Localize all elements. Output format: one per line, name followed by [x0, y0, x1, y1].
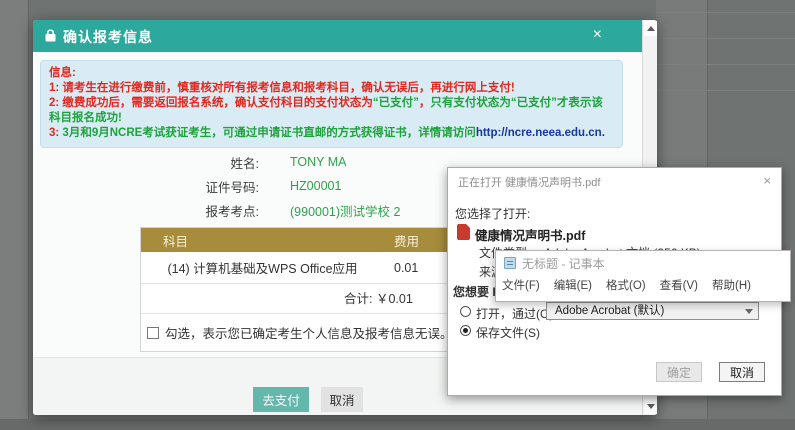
ok-button[interactable]: 确定 [656, 362, 702, 382]
subject-cell: (14) 计算机基础及WPS Office应用 [141, 258, 384, 277]
info-line-3: 3: 3月和9月NCRE考试获证考生，可通过申请证书直邮的方式获得证书，详情请访… [49, 126, 614, 141]
notepad-title: 无标题 - 记事本 [522, 255, 605, 272]
scroll-up-icon[interactable] [644, 21, 657, 36]
pay-button[interactable]: 去支付 [253, 387, 309, 412]
save-file-label: 保存文件(S) [476, 324, 540, 341]
menu-view[interactable]: 查看(V) [660, 277, 698, 293]
menu-format[interactable]: 格式(O) [606, 277, 646, 293]
modal-title: 确认报考信息 [63, 27, 153, 47]
confirm-checkbox[interactable] [147, 327, 159, 339]
notepad-window: 无标题 - 记事本 文件(F) 编辑(E) 格式(O) 查看(V) 帮助(H) [495, 250, 791, 302]
background-footer-strip [0, 419, 795, 430]
download-dialog-close-icon[interactable]: × [763, 173, 771, 188]
field-id-value: HZ00001 [290, 179, 341, 193]
background-left-panel [0, 0, 29, 430]
chosen-open-label: 您选择了打开: [455, 205, 530, 222]
screen: 确认报考信息 × 信息: 1: 请考生在进行缴费前，慎重核对所有报考信息和报考科… [0, 0, 795, 430]
menu-file[interactable]: 文件(F) [502, 277, 540, 293]
confirm-checkbox-label: 勾选，表示您已确定考生个人信息及报考信息无误。 [165, 323, 453, 342]
field-site-label: 报考考点: [33, 201, 259, 220]
lock-icon [45, 29, 56, 47]
info-heading: 信息: [49, 66, 614, 81]
open-with-radio[interactable] [460, 306, 471, 317]
cancel-button[interactable]: 取消 [321, 387, 363, 412]
chevron-down-icon [745, 309, 753, 314]
background-grid-line [657, 38, 795, 39]
field-id-label: 证件号码: [33, 177, 259, 196]
info-line-2: 2: 缴费成功后，需要返回报名系统，确认支付科目的支付状态为“已支付”，只有支付… [49, 96, 614, 126]
open-with-select[interactable]: Adobe Acrobat (默认) [546, 302, 759, 320]
notepad-icon [504, 257, 516, 269]
dialog-cancel-button[interactable]: 取消 [719, 362, 765, 382]
subject-column-header: 科目 [141, 231, 384, 250]
background-grid-line [657, 12, 795, 13]
menu-edit[interactable]: 编辑(E) [554, 277, 592, 293]
notepad-menubar: 文件(F) 编辑(E) 格式(O) 查看(V) 帮助(H) [502, 277, 751, 293]
info-line-1: 1: 请考生在进行缴费前，慎重核对所有报考信息和报考科目，确认无误后，再进行网上… [49, 81, 614, 96]
field-name-value: TONY MA [290, 155, 347, 169]
scroll-down-icon[interactable] [644, 399, 657, 414]
field-name-label: 姓名: [33, 153, 259, 172]
open-with-label: 打开，通过(O) [476, 305, 553, 322]
field-site-value: (990001)测试学校 2 [290, 201, 400, 220]
pdf-file-icon [457, 224, 470, 240]
info-notice-box: 信息: 1: 请考生在进行缴费前，慎重核对所有报考信息和报考科目，确认无误后，再… [40, 60, 623, 148]
modal-header: 确认报考信息 × [33, 20, 642, 52]
save-file-radio[interactable] [460, 325, 471, 336]
ncre-link[interactable]: http://ncre.neea.edu.cn. [476, 127, 605, 139]
menu-help[interactable]: 帮助(H) [712, 277, 751, 293]
download-file-name: 健康情况声明书.pdf [475, 225, 585, 244]
background-grid-line [657, 64, 795, 65]
background-grid-line [657, 90, 795, 91]
modal-close-icon[interactable]: × [593, 26, 602, 44]
download-dialog-title: 正在打开 健康情况声明书.pdf [458, 174, 600, 190]
